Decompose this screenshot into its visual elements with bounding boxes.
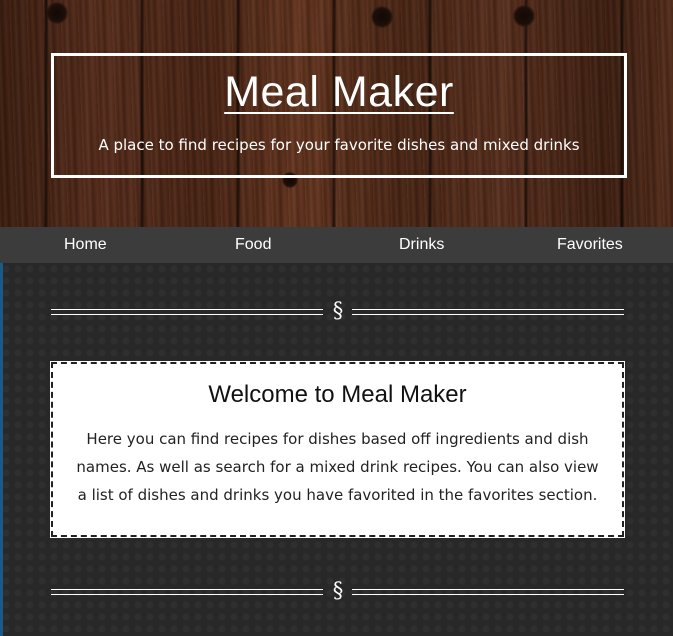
wood-knot	[513, 5, 535, 27]
main-content: § Welcome to Meal Maker Here you can fin…	[0, 263, 673, 636]
section-divider-top: §	[51, 298, 624, 323]
site-subtitle: A place to find recipes for your favorit…	[98, 136, 580, 154]
section-divider-bottom: §	[51, 578, 624, 603]
divider-line	[352, 309, 624, 315]
welcome-title: Welcome to Meal Maker	[208, 381, 467, 408]
section-sign-icon: §	[332, 578, 344, 602]
hero-title-frame: Meal Maker A place to find recipes for y…	[51, 53, 627, 178]
welcome-text: Here you can find recipes for dishes bas…	[76, 430, 599, 504]
main-navbar: Home Food Drinks Favorites	[0, 227, 673, 263]
nav-item-drinks[interactable]: Drinks	[399, 236, 444, 254]
divider-line	[352, 589, 624, 595]
section-sign-icon: §	[332, 298, 344, 322]
wood-knot	[371, 6, 393, 28]
page-edge	[0, 263, 3, 636]
divider-line	[51, 309, 323, 315]
site-title-link[interactable]: Meal Maker	[54, 68, 624, 117]
nav-item-home[interactable]: Home	[64, 236, 107, 254]
nav-item-food[interactable]: Food	[235, 236, 271, 254]
welcome-card: Welcome to Meal Maker Here you can find …	[51, 362, 624, 537]
hero-banner: Meal Maker A place to find recipes for y…	[0, 0, 673, 227]
nav-item-favorites[interactable]: Favorites	[557, 236, 623, 254]
wood-knot	[46, 2, 68, 24]
divider-line	[51, 589, 323, 595]
